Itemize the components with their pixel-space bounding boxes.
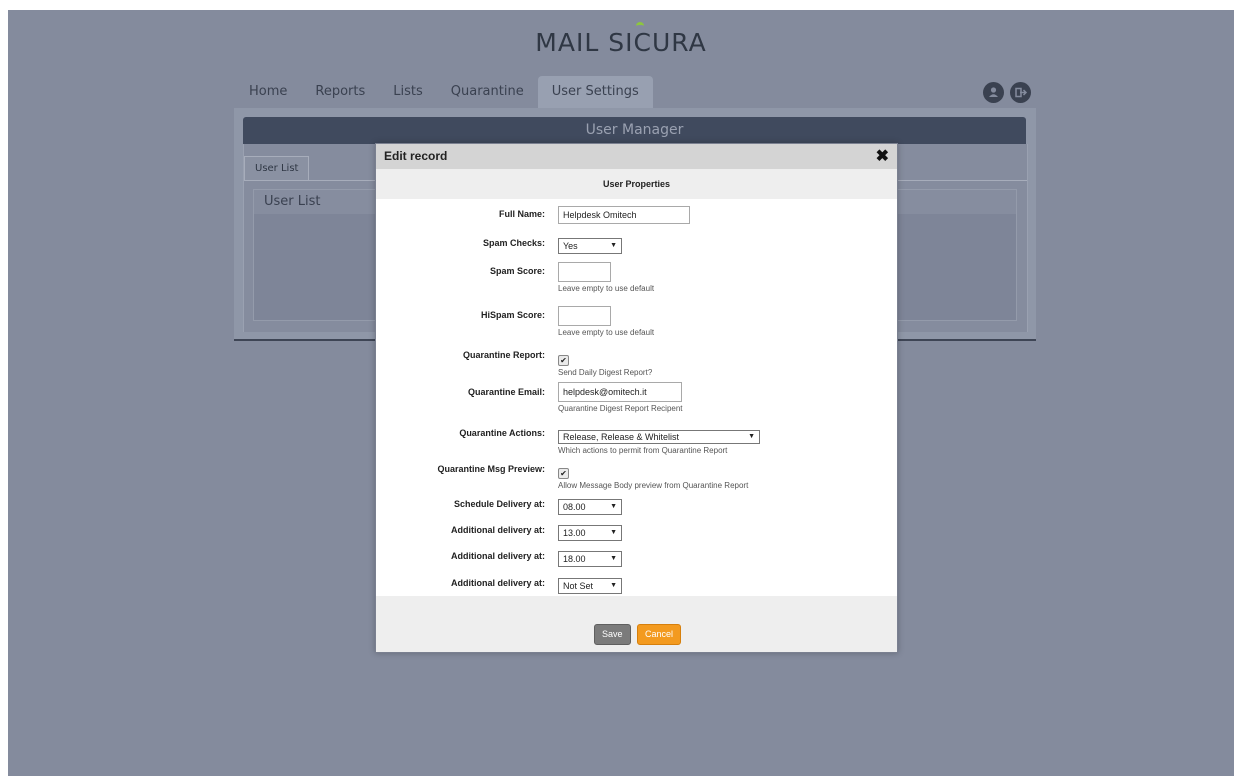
additional-delivery-1-value: 13.00	[563, 528, 586, 538]
chevron-down-icon: ▼	[610, 503, 617, 510]
additional-delivery-3-value: Not Set	[563, 581, 594, 591]
additional-delivery-2-value: 18.00	[563, 554, 586, 564]
spam-checks-select[interactable]: Yes ▼	[558, 238, 622, 254]
section-title: User Properties	[376, 169, 897, 199]
field-hispam-score: Leave empty to use default	[558, 306, 654, 337]
cancel-button[interactable]: Cancel	[637, 624, 682, 645]
label-quarantine-report: Quarantine Report:	[462, 350, 545, 360]
field-spam-checks: Yes ▼	[558, 236, 622, 254]
label-quarantine-email: Quarantine Email:	[467, 387, 545, 397]
nav-tab-reports[interactable]: Reports	[301, 76, 379, 110]
field-quarantine-report: ✔ Send Daily Digest Report?	[558, 350, 652, 377]
chevron-down-icon: ▼	[610, 529, 617, 536]
field-quarantine-email: helpdesk@omitech.it Quarantine Digest Re…	[558, 382, 683, 413]
label-hispam-score: HiSpam Score:	[480, 310, 545, 320]
field-schedule-delivery: 08.00 ▼	[558, 497, 622, 515]
additional-delivery-3-select[interactable]: Not Set ▼	[558, 578, 622, 594]
quarantine-actions-select[interactable]: Release, Release & Whitelist ▼	[558, 430, 760, 444]
label-quarantine-preview: Quarantine Msg Preview:	[437, 464, 545, 474]
modal-footer: Save Cancel	[376, 596, 897, 652]
nav-tab-quarantine[interactable]: Quarantine	[437, 76, 538, 110]
nav-tab-user-settings[interactable]: User Settings	[537, 76, 653, 110]
field-full-name: Helpdesk Omitech	[558, 206, 690, 224]
label-spam-score: Spam Score:	[489, 266, 545, 276]
chevron-down-icon: ▼	[610, 555, 617, 562]
quarantine-report-hint: Send Daily Digest Report?	[558, 368, 653, 377]
logo: MAIL SI CURA	[8, 22, 1234, 57]
spam-score-input[interactable]	[558, 262, 611, 282]
quarantine-report-checkbox[interactable]: ✔	[558, 355, 569, 366]
logo-accent-letter: C	[633, 28, 652, 57]
label-schedule-delivery: Schedule Delivery at:	[453, 499, 545, 509]
nav-icons	[983, 82, 1031, 103]
field-additional-delivery-2: 18.00 ▼	[558, 549, 622, 567]
nav-tab-lists[interactable]: Lists	[379, 76, 437, 110]
spam-checks-value: Yes	[563, 241, 578, 251]
logo-text-end: URA	[651, 28, 707, 57]
logo-accent-mark	[636, 22, 645, 30]
label-full-name: Full Name:	[498, 209, 545, 219]
chevron-down-icon: ▼	[610, 242, 617, 249]
label-additional-delivery-1: Additional delivery at:	[450, 525, 545, 535]
field-quarantine-preview: ✔ Allow Message Body preview from Quaran…	[558, 463, 748, 490]
schedule-delivery-select[interactable]: 08.00 ▼	[558, 499, 622, 515]
quarantine-preview-checkbox[interactable]: ✔	[558, 468, 569, 479]
app-background: MAIL SI CURA Home Reports Lists Quarantin…	[8, 10, 1234, 776]
additional-delivery-2-select[interactable]: 18.00 ▼	[558, 551, 622, 567]
modal-titlebar: Edit record ✖	[376, 144, 897, 169]
field-spam-score: Leave empty to use default	[558, 262, 654, 293]
tab-user-list[interactable]: User List	[244, 156, 310, 181]
quarantine-email-hint: Quarantine Digest Report Recipent	[558, 404, 683, 413]
user-icon[interactable]	[983, 82, 1004, 103]
chevron-down-icon: ▼	[748, 433, 755, 440]
logo-text-main: MAIL SI	[535, 28, 634, 57]
spam-score-hint: Leave empty to use default	[558, 284, 655, 293]
chevron-down-icon: ▼	[610, 582, 617, 589]
save-button[interactable]: Save	[594, 624, 631, 645]
logout-icon[interactable]	[1010, 82, 1031, 103]
quarantine-email-input[interactable]: helpdesk@omitech.it	[558, 382, 682, 402]
label-additional-delivery-3: Additional delivery at:	[450, 578, 545, 588]
label-spam-checks: Spam Checks:	[482, 238, 545, 248]
hispam-score-hint: Leave empty to use default	[558, 328, 655, 337]
main-nav: Home Reports Lists Quarantine User Setti…	[235, 76, 653, 110]
quarantine-preview-hint: Allow Message Body preview from Quaranti…	[558, 481, 749, 490]
close-icon[interactable]: ✖	[876, 144, 889, 169]
hispam-score-input[interactable]	[558, 306, 611, 326]
field-additional-delivery-3: Not Set ▼	[558, 576, 622, 594]
quarantine-actions-value: Release, Release & Whitelist	[563, 432, 680, 442]
field-quarantine-actions: Release, Release & Whitelist ▼ Which acti…	[558, 427, 760, 455]
schedule-delivery-value: 08.00	[563, 502, 586, 512]
full-name-input[interactable]: Helpdesk Omitech	[558, 206, 690, 224]
label-quarantine-actions: Quarantine Actions:	[459, 428, 545, 438]
user-manager-header: User Manager	[243, 117, 1026, 144]
edit-record-modal: Edit record ✖ User Properties Full Name:…	[375, 143, 898, 653]
label-additional-delivery-2: Additional delivery at:	[450, 551, 545, 561]
field-additional-delivery-1: 13.00 ▼	[558, 523, 622, 541]
quarantine-actions-hint: Which actions to permit from Quarantine …	[558, 446, 728, 455]
nav-tab-home[interactable]: Home	[235, 76, 301, 110]
additional-delivery-1-select[interactable]: 13.00 ▼	[558, 525, 622, 541]
logo-text-accent: C	[633, 22, 652, 57]
modal-title: Edit record	[384, 149, 448, 163]
